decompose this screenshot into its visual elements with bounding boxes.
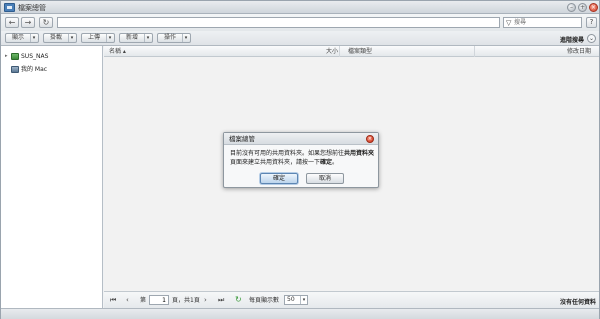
dialog-title: 檔案總管 xyxy=(224,133,378,145)
dialog-message: 目前沒有可用的共用資料夾。如果您想前往共用資料夾頁面來建立共用資料夾，請按一下確… xyxy=(230,150,375,166)
ok-button[interactable]: 確定 xyxy=(260,173,298,184)
file-station-window: 檔案總管 – + × ← → ↻ ▽ ? 顯示 ▾ 掛載 ▾ 上傳 xyxy=(0,0,600,319)
message-dialog: 檔案總管 × 目前沒有可用的共用資料夾。如果您想前往共用資料夾頁面來建立共用資料… xyxy=(223,132,379,188)
modal-overlay: 檔案總管 × 目前沒有可用的共用資料夾。如果您想前往共用資料夾頁面來建立共用資料… xyxy=(1,1,599,319)
cancel-button[interactable]: 取消 xyxy=(306,173,344,184)
close-dialog-icon[interactable]: × xyxy=(366,135,374,143)
